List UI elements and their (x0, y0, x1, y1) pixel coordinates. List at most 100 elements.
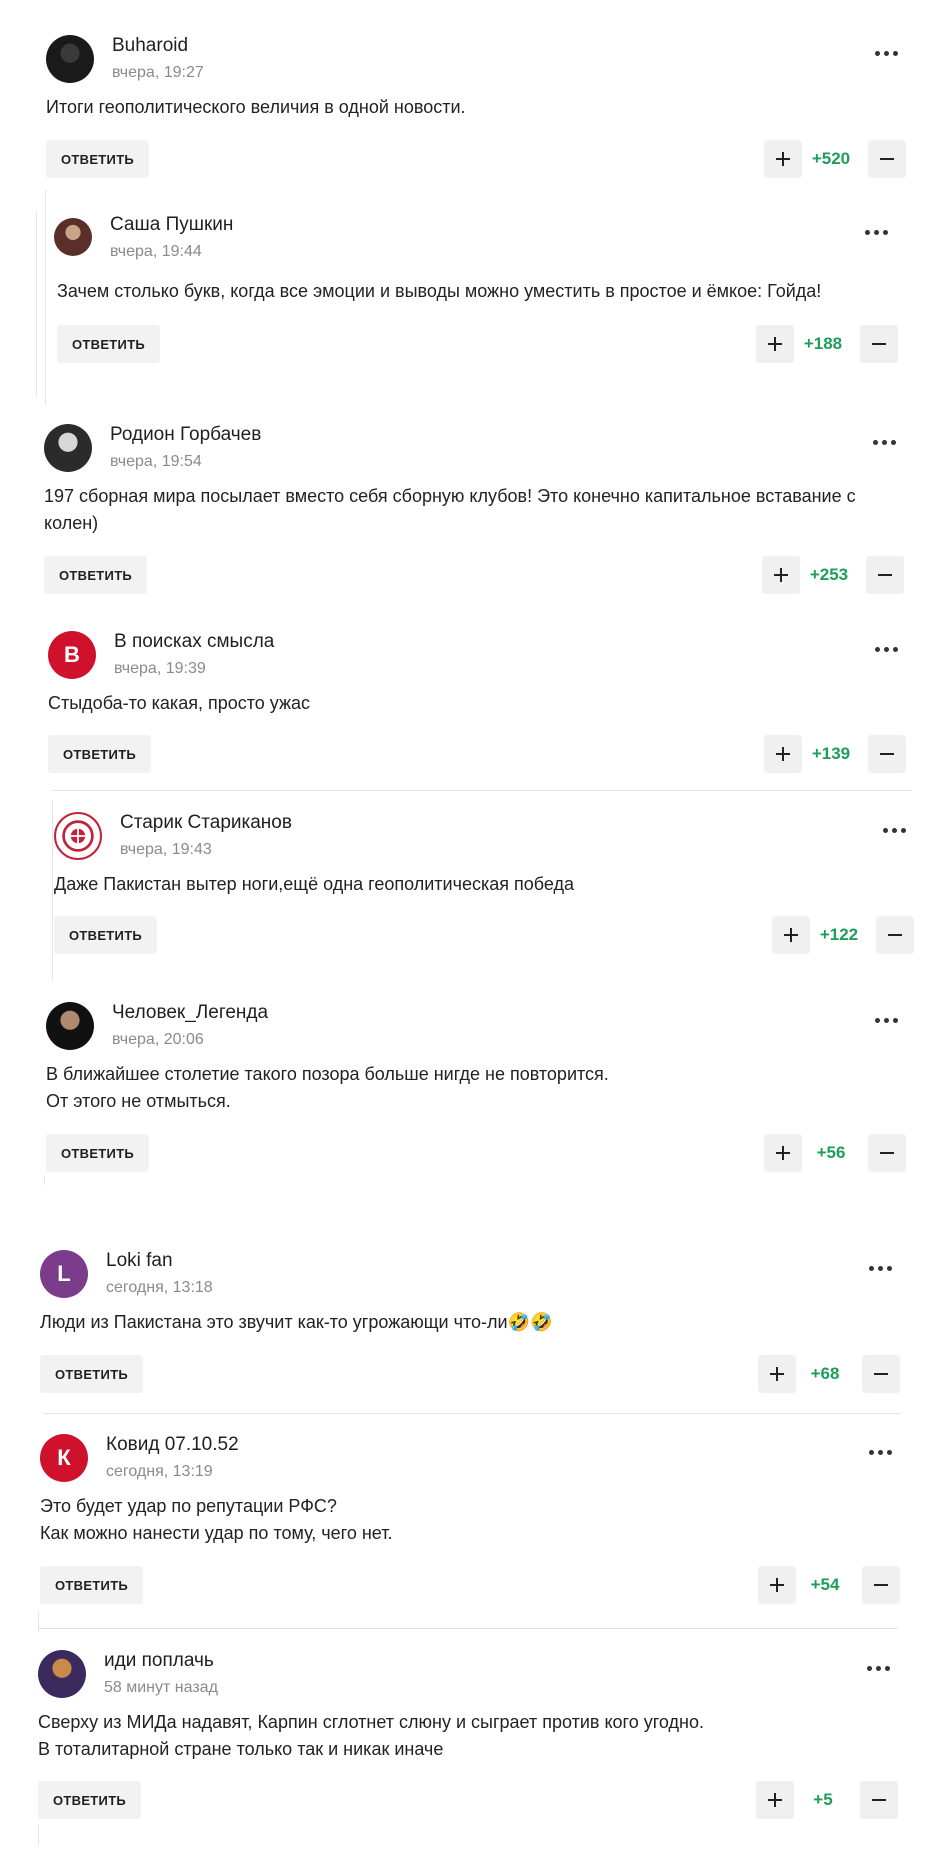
comment-text: Зачем столько букв, когда все эмоции и в… (57, 278, 821, 305)
upvote-button[interactable] (756, 1781, 794, 1819)
comment-author[interactable]: Buharoid (112, 35, 188, 57)
comment-author[interactable]: Человек_Легенда (112, 1002, 268, 1024)
avatar[interactable]: К (40, 1434, 88, 1482)
avatar[interactable] (44, 424, 92, 472)
vote-score: +520 (811, 149, 851, 168)
reply-button[interactable]: ОТВЕТИТЬ (54, 916, 158, 954)
comment: Саша Пушкин вчера, 19:44 Зачем столько б… (54, 214, 910, 364)
upvote-button[interactable] (756, 325, 794, 363)
reply-button[interactable]: ОТВЕТИТЬ (48, 735, 152, 773)
comment-text: Это будет удар по репутации РФС? Как мож… (40, 1493, 392, 1547)
downvote-button[interactable] (868, 140, 906, 178)
vote-score: +122 (819, 925, 859, 944)
comment-text-line: Зачем столько букв, когда все эмоции и в… (57, 281, 822, 301)
comment-time: вчера, 19:39 (114, 660, 206, 677)
comment-author[interactable]: Старик Стариканов (120, 812, 292, 834)
comment-text: Даже Пакистан вытер ноги,ещё одна геопол… (54, 871, 574, 898)
avatar[interactable] (54, 812, 102, 860)
comment: Buharoid вчера, 19:27 Итоги геополитичес… (46, 35, 906, 185)
upvote-button[interactable] (764, 1134, 802, 1172)
upvote-button[interactable] (764, 140, 802, 178)
vote-score: +54 (810, 1575, 840, 1594)
upvote-button[interactable] (764, 735, 802, 773)
comment: К Ковид 07.10.52 сегодня, 13:19 Это буде… (40, 1434, 902, 1609)
comment-time: вчера, 19:27 (112, 64, 204, 81)
thread-divider (52, 790, 912, 791)
comment-text-line: 197 сборная мира посылает вместо себя сб… (44, 486, 856, 506)
reply-button[interactable]: ОТВЕТИТЬ (44, 556, 148, 594)
avatar[interactable]: L (40, 1250, 88, 1298)
more-icon[interactable] (862, 1254, 898, 1282)
comment-author[interactable]: иди поплачь (104, 1650, 214, 1672)
comment-author[interactable]: Родион Горбачев (110, 424, 261, 446)
avatar[interactable] (54, 218, 92, 256)
vote-score: +56 (816, 1143, 846, 1162)
comment-author[interactable]: В поисках смысла (114, 631, 274, 653)
downvote-button[interactable] (862, 1566, 900, 1604)
comment-text: В ближайшее столетие такого позора больш… (46, 1061, 609, 1115)
comment-text: Люди из Пакистана это звучит как-то угро… (40, 1309, 552, 1336)
vote-score: +5 (813, 1790, 833, 1809)
more-icon[interactable] (866, 428, 902, 456)
comment-text-line: Как можно нанести удар по тому, чего нет… (40, 1523, 393, 1543)
downvote-button[interactable] (860, 1781, 898, 1819)
downvote-button[interactable] (860, 325, 898, 363)
more-icon[interactable] (868, 1006, 904, 1034)
comment-time: сегодня, 13:18 (106, 1279, 213, 1296)
upvote-button[interactable] (772, 916, 810, 954)
avatar-letter: L (57, 1261, 71, 1286)
reply-button[interactable]: ОТВЕТИТЬ (38, 1781, 142, 1819)
comment: Родион Горбачев вчера, 19:54 197 сборная… (44, 424, 906, 599)
comment-author[interactable]: Ковид 07.10.52 (106, 1434, 239, 1456)
upvote-button[interactable] (762, 556, 800, 594)
thread-line (45, 190, 46, 405)
vote-score: +188 (803, 334, 843, 353)
upvote-button[interactable] (758, 1566, 796, 1604)
more-icon[interactable] (860, 1654, 896, 1682)
downvote-button[interactable] (868, 1134, 906, 1172)
more-icon[interactable] (868, 39, 904, 67)
comment-text-line: От этого не отмыться. (46, 1091, 231, 1111)
reply-button[interactable]: ОТВЕТИТЬ (40, 1566, 144, 1604)
reply-button[interactable]: ОТВЕТИТЬ (40, 1355, 144, 1393)
upvote-button[interactable] (758, 1355, 796, 1393)
avatar-letter: К (57, 1445, 71, 1470)
comment-text-line: В тоталитарной стране только так и никак… (38, 1739, 444, 1759)
more-icon[interactable] (876, 816, 912, 844)
comment-text-line: Даже Пакистан вытер ноги,ещё одна геопол… (54, 874, 574, 894)
more-icon[interactable] (862, 1438, 898, 1466)
thread-line (38, 1612, 39, 1632)
reply-button[interactable]: ОТВЕТИТЬ (46, 140, 150, 178)
comment-text-line: Люди из Пакистана это звучит как-то угро… (40, 1312, 553, 1332)
avatar[interactable]: В (48, 631, 96, 679)
comment: иди поплачь 58 минут назад Сверху из МИД… (38, 1650, 900, 1825)
downvote-button[interactable] (868, 735, 906, 773)
thread-divider (38, 1628, 898, 1629)
reply-button[interactable]: ОТВЕТИТЬ (57, 325, 161, 363)
comment-author[interactable]: Саша Пушкин (110, 214, 233, 236)
avatar[interactable] (46, 35, 94, 83)
thread-line (44, 1175, 45, 1185)
comment-text-line: В ближайшее столетие такого позора больш… (46, 1064, 609, 1084)
more-icon[interactable] (858, 218, 894, 246)
comment-author[interactable]: Loki fan (106, 1250, 173, 1272)
downvote-button[interactable] (862, 1355, 900, 1393)
avatar[interactable] (38, 1650, 86, 1698)
downvote-button[interactable] (866, 556, 904, 594)
avatar-letter: В (64, 642, 80, 667)
comment-text: 197 сборная мира посылает вместо себя сб… (44, 483, 856, 537)
reply-button[interactable]: ОТВЕТИТЬ (46, 1134, 150, 1172)
comment: Человек_Легенда вчера, 20:06 В ближайшее… (46, 1002, 908, 1177)
downvote-button[interactable] (876, 916, 914, 954)
comment-time: вчера, 19:54 (110, 453, 202, 470)
more-icon[interactable] (868, 635, 904, 663)
comment-time: вчера, 19:43 (120, 841, 212, 858)
comment-time: 58 минут назад (104, 1679, 218, 1696)
vote-score: +253 (809, 565, 849, 584)
thread-line (36, 212, 37, 397)
avatar[interactable] (46, 1002, 94, 1050)
vote-score: +139 (811, 744, 851, 763)
comment-text-line: Итоги геополитического величия в одной н… (46, 97, 466, 117)
thread-line (38, 1825, 39, 1845)
comment-text: Итоги геополитического величия в одной н… (46, 94, 466, 121)
